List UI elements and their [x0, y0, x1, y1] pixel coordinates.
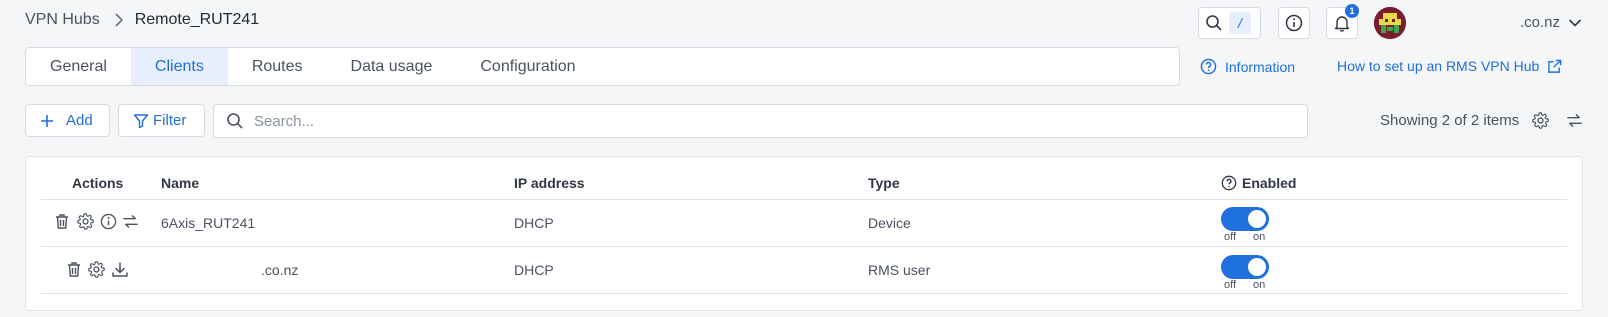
chevron-right-icon — [114, 13, 123, 27]
trash-icon[interactable] — [66, 261, 82, 278]
user-name-redacted — [1420, 15, 1520, 30]
info-icon[interactable] — [100, 213, 117, 230]
breadcrumb-root[interactable]: VPN Hubs — [25, 11, 100, 29]
plus-icon — [40, 114, 66, 128]
toggle-off-label: off — [1224, 231, 1237, 243]
help-circle-icon[interactable] — [1221, 175, 1237, 191]
download-icon[interactable] — [111, 261, 129, 278]
global-search-button[interactable]: / — [1198, 7, 1261, 39]
column-header-actions: Actions — [72, 175, 124, 191]
enabled-toggle[interactable] — [1221, 207, 1269, 231]
client-ip: DHCP — [514, 262, 554, 278]
search-icon — [226, 112, 244, 130]
add-button[interactable]: Add — [25, 104, 110, 137]
tab-data-usage[interactable]: Data usage — [327, 48, 457, 85]
search-box — [213, 104, 1308, 138]
client-ip: DHCP — [514, 215, 554, 231]
tab-bar: General Clients Routes Data usage Config… — [25, 47, 1180, 86]
howto-link[interactable]: How to set up an RMS VPN Hub — [1337, 58, 1570, 74]
gear-icon[interactable] — [88, 261, 105, 278]
tab-configuration[interactable]: Configuration — [456, 48, 599, 85]
search-input[interactable] — [254, 112, 1254, 130]
filter-button[interactable]: Filter — [118, 104, 205, 137]
avatar[interactable] — [1374, 7, 1406, 39]
item-count-label: Showing 2 of 2 items — [1380, 112, 1520, 129]
column-header-type[interactable]: Type — [868, 175, 900, 191]
tab-routes[interactable]: Routes — [228, 48, 327, 85]
tab-clients[interactable]: Clients — [130, 48, 228, 85]
user-name-suffix: .co.nz — [1520, 14, 1561, 31]
howto-link-label: How to set up an RMS VPN Hub — [1337, 58, 1540, 74]
column-header-enabled[interactable]: Enabled — [1221, 175, 1296, 191]
chevron-down-icon — [1568, 18, 1582, 28]
column-header-enabled-label: Enabled — [1242, 175, 1297, 191]
search-shortcut-key: / — [1229, 12, 1251, 34]
tab-general[interactable]: General — [26, 48, 131, 85]
breadcrumb-current: Remote_RUT241 — [134, 11, 260, 28]
search-icon — [1199, 14, 1229, 32]
help-circle-icon — [1200, 58, 1225, 75]
clients-table — [25, 156, 1583, 311]
filter-button-label: Filter — [153, 112, 187, 129]
external-link-icon — [1547, 59, 1570, 74]
enabled-toggle[interactable] — [1221, 255, 1269, 279]
toggle-off-label: off — [1224, 279, 1237, 291]
add-button-label: Add — [66, 112, 93, 129]
column-header-ip[interactable]: IP address — [514, 175, 585, 191]
toggle-labels: off on — [1224, 231, 1265, 243]
user-menu[interactable]: .co.nz — [1420, 14, 1582, 31]
gear-icon[interactable] — [77, 213, 94, 230]
information-link[interactable]: Information — [1200, 58, 1295, 75]
toggle-knob — [1248, 210, 1266, 228]
trash-icon[interactable] — [54, 213, 70, 230]
toggle-on-label: on — [1253, 279, 1266, 291]
notification-count-badge: 1 — [1345, 4, 1359, 18]
toggle-labels: off on — [1224, 279, 1265, 291]
toggle-knob — [1248, 258, 1266, 276]
information-link-label: Information — [1225, 58, 1296, 75]
divider — [41, 199, 1567, 200]
gear-icon[interactable] — [1532, 112, 1549, 129]
toggle-on-label: on — [1253, 231, 1266, 243]
breadcrumb: VPN Hubs Remote_RUT241 — [25, 10, 259, 30]
column-header-name[interactable]: Name — [161, 175, 199, 191]
client-type: Device — [868, 215, 911, 231]
info-icon — [1285, 14, 1303, 32]
refresh-icon[interactable] — [1566, 112, 1583, 129]
client-name: .co.nz — [261, 262, 299, 278]
divider — [41, 293, 1567, 294]
refresh-icon[interactable] — [122, 213, 139, 230]
divider — [41, 246, 1567, 247]
client-name: 6Axis_RUT241 — [161, 215, 256, 231]
info-button[interactable] — [1278, 7, 1310, 39]
client-type: RMS user — [868, 262, 931, 278]
